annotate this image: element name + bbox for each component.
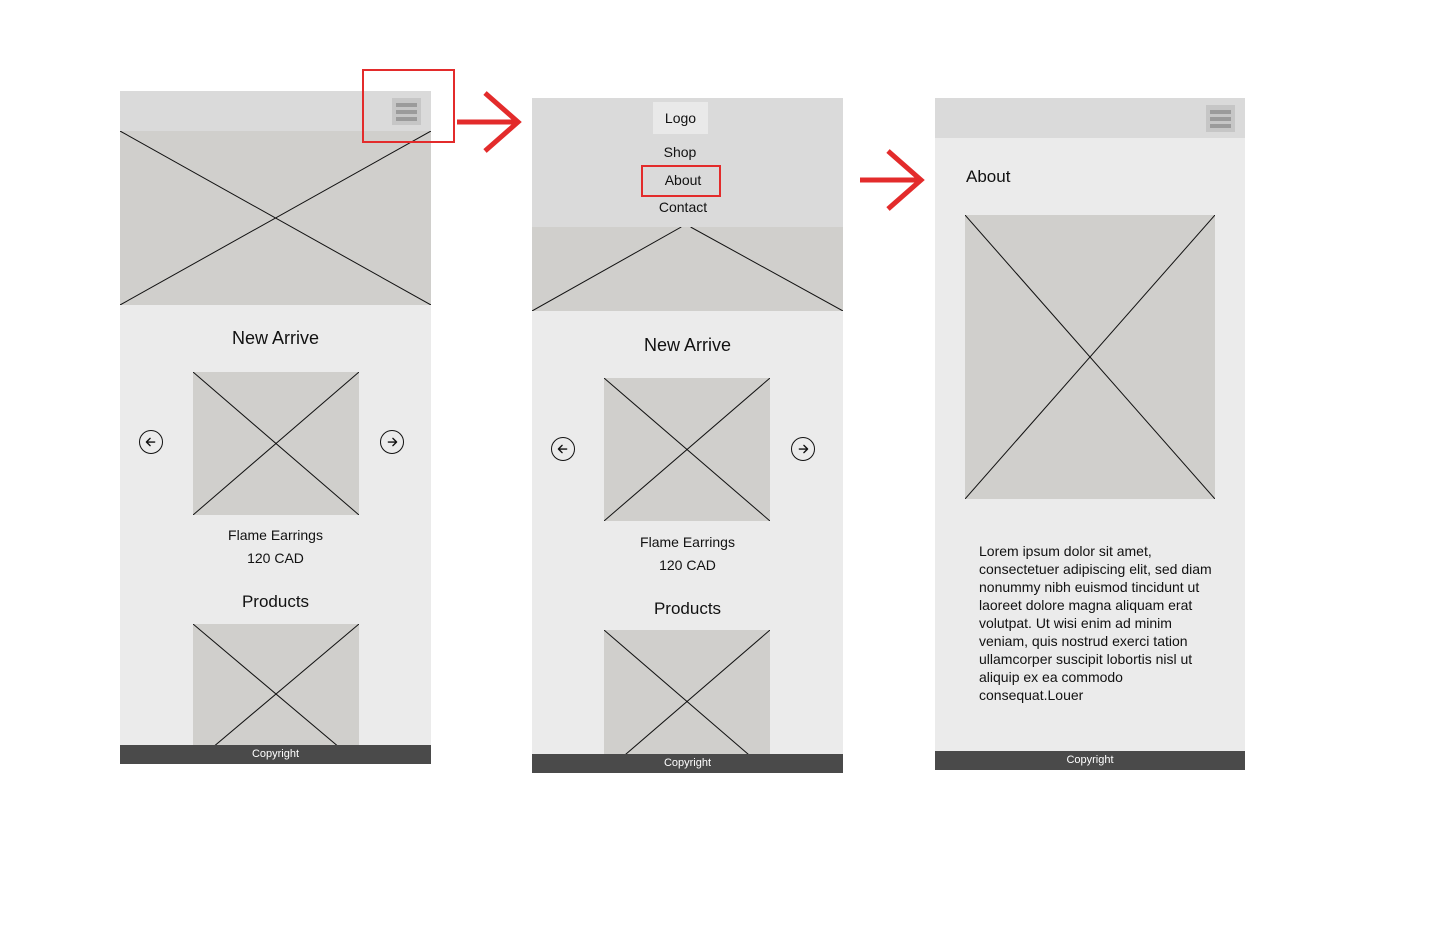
arrow-left-circle-icon[interactable] [551,437,575,461]
home-screen: New Arrive Flame Earrings 120 CAD Produc… [120,91,431,764]
menu-open-screen: Logo Shop About Contact New Arrive Flame… [532,98,843,773]
product-name: Flame Earrings [640,534,735,550]
products-title: Products [653,599,722,618]
products-image-placeholder[interactable] [193,624,359,764]
products-image-placeholder[interactable] [604,630,770,773]
about-image-placeholder [965,215,1215,499]
hero-image-placeholder [532,227,843,311]
about-header [935,98,1245,138]
new-arrive-title: New Arrive [643,335,732,355]
new-arrive-title: New Arrive [231,328,320,348]
product-name: Flame Earrings [228,527,323,543]
about-title: About [966,167,1011,186]
about-highlight-box [641,165,721,197]
nav-item-contact[interactable]: Contact [532,199,834,215]
product-image-placeholder[interactable] [604,378,770,521]
flow-arrow-icon [457,91,522,153]
logo[interactable]: Logo [653,102,708,134]
product-image-placeholder[interactable] [193,372,359,515]
nav-item-shop[interactable]: Shop [532,144,828,160]
footer: Copyright [120,745,431,764]
footer: Copyright [532,754,843,773]
flow-arrow-icon [860,149,925,211]
arrow-right-circle-icon[interactable] [380,430,404,454]
arrow-left-circle-icon[interactable] [139,430,163,454]
hamburger-icon[interactable] [1206,105,1235,132]
product-price: 120 CAD [659,557,716,573]
footer: Copyright [935,751,1245,770]
hamburger-highlight-box [362,69,455,143]
products-title: Products [241,592,310,611]
arrow-right-circle-icon[interactable] [791,437,815,461]
about-body-text: Lorem ipsum dolor sit amet, consectetuer… [979,543,1212,703]
about-screen: About Lorem ipsum dolor sit amet, consec… [935,98,1245,770]
product-price: 120 CAD [247,550,304,566]
hero-image-placeholder [120,131,431,305]
